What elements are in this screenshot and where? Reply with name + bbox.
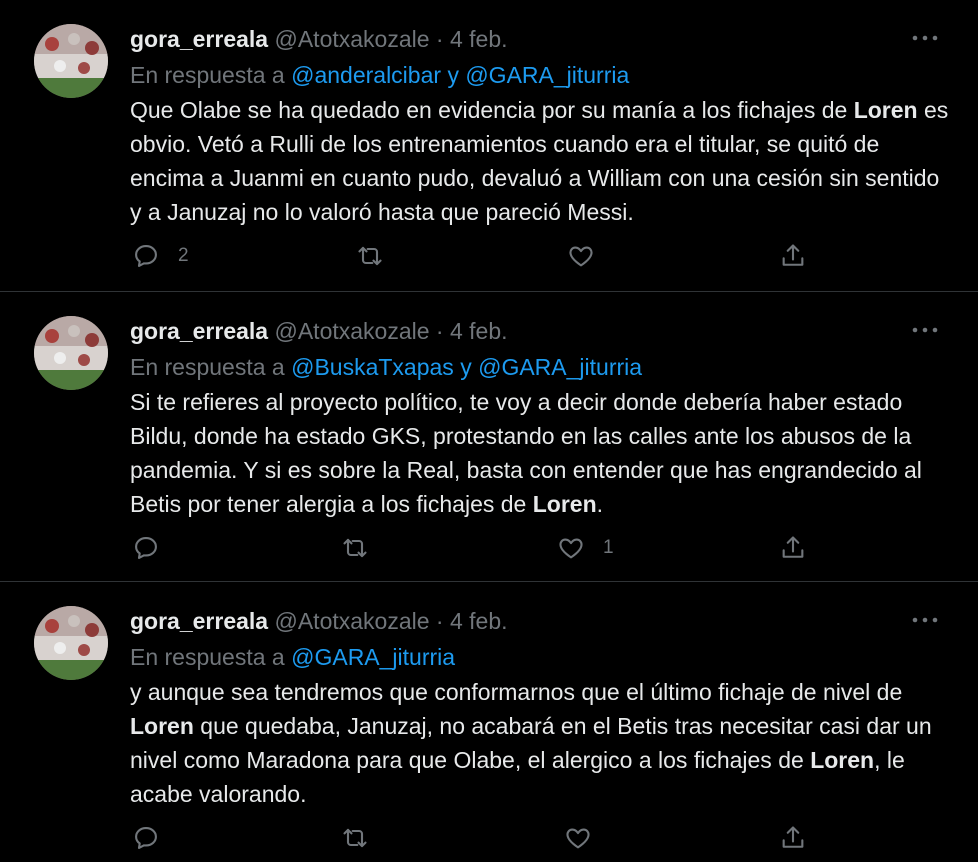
like-button[interactable] <box>564 823 610 853</box>
tweet-actions: 1 <box>0 533 978 563</box>
retweet-icon <box>358 246 382 266</box>
reply-button[interactable] <box>132 533 178 563</box>
reply-conjunction: y <box>447 62 459 88</box>
mention-link[interactable]: @GARA_jiturria <box>291 644 455 670</box>
reply-bubble-icon <box>135 827 157 849</box>
tweet-date[interactable]: 4 feb. <box>450 318 508 344</box>
display-name[interactable]: gora_erreala <box>130 318 268 344</box>
user-handle[interactable]: @Atotxakozale <box>274 26 429 52</box>
separator-dot: · <box>435 608 444 634</box>
reply-button[interactable] <box>132 823 178 853</box>
retweet-button[interactable] <box>341 823 387 853</box>
reply-button[interactable]: 2 <box>132 241 189 271</box>
more-horizontal-icon[interactable] <box>912 30 938 46</box>
mention-link[interactable]: @GARA_jiturria <box>465 62 629 88</box>
tweet-actions: 2 <box>0 241 978 271</box>
share-upload-icon <box>782 536 804 558</box>
text-segment-bold: Loren <box>532 491 597 517</box>
text-segment-bold: Loren <box>853 97 918 123</box>
tweet[interactable]: gora_erreala @Atotxakozale · 4 feb. En r… <box>0 0 978 292</box>
share-button[interactable] <box>779 241 807 271</box>
share-button[interactable] <box>779 533 807 563</box>
tweet-header: gora_erreala @Atotxakozale · 4 feb. <box>130 606 508 636</box>
mention-link[interactable]: @anderalcibar <box>291 62 441 88</box>
mention-link[interactable]: @GARA_jiturria <box>478 354 642 380</box>
retweet-button[interactable] <box>341 533 387 563</box>
display-name[interactable]: gora_erreala <box>130 608 268 634</box>
reply-context: En respuesta a @BuskaTxapas y @GARA_jitu… <box>130 352 642 382</box>
more-horizontal-icon[interactable] <box>912 322 938 338</box>
reply-prefix: En respuesta a <box>130 354 285 380</box>
reply-conjunction: y <box>460 354 472 380</box>
reply-context: En respuesta a @anderalcibar y @GARA_jit… <box>130 60 629 90</box>
more-horizontal-icon[interactable] <box>912 612 938 628</box>
avatar[interactable] <box>34 606 108 680</box>
timeline: gora_erreala @Atotxakozale · 4 feb. En r… <box>0 0 978 862</box>
reply-prefix: En respuesta a <box>130 644 285 670</box>
reply-context: En respuesta a @GARA_jiturria <box>130 642 455 672</box>
retweet-button[interactable] <box>356 241 402 271</box>
reply-bubble-icon <box>135 245 157 267</box>
tweet-actions <box>0 823 978 853</box>
text-segment: Que Olabe se ha quedado en evidencia por… <box>130 97 854 123</box>
text-segment-bold: Loren <box>130 713 194 739</box>
separator-dot: · <box>435 318 444 344</box>
text-segment: Si te refieres al proyecto político, te … <box>130 389 922 517</box>
share-button[interactable] <box>779 823 807 853</box>
heart-icon <box>569 246 593 267</box>
tweet-date[interactable]: 4 feb. <box>450 26 508 52</box>
retweet-icon <box>343 828 367 848</box>
reply-count: 2 <box>178 245 189 266</box>
retweet-icon <box>343 538 367 558</box>
tweet-text: Que Olabe se ha quedado en evidencia por… <box>130 93 950 229</box>
tweet[interactable]: gora_erreala @Atotxakozale · 4 feb. En r… <box>0 292 978 582</box>
avatar[interactable] <box>34 24 108 98</box>
user-handle[interactable]: @Atotxakozale <box>274 608 429 634</box>
heart-icon <box>559 538 583 559</box>
heart-icon <box>566 828 590 849</box>
text-segment: . <box>596 491 604 517</box>
share-upload-icon <box>782 244 804 266</box>
tweet-date[interactable]: 4 feb. <box>450 608 508 634</box>
user-handle[interactable]: @Atotxakozale <box>274 318 429 344</box>
avatar[interactable] <box>34 316 108 390</box>
text-segment-bold: Loren <box>810 747 875 773</box>
like-button[interactable]: 1 <box>557 533 614 563</box>
tweet-header: gora_erreala @Atotxakozale · 4 feb. <box>130 316 508 346</box>
like-count: 1 <box>603 537 614 558</box>
tweet-header: gora_erreala @Atotxakozale · 4 feb. <box>130 24 508 54</box>
share-upload-icon <box>782 826 804 848</box>
reply-bubble-icon <box>135 537 157 559</box>
mention-link[interactable]: @BuskaTxapas <box>291 354 454 380</box>
tweet-text: Si te refieres al proyecto político, te … <box>130 385 950 521</box>
reply-prefix: En respuesta a <box>130 62 285 88</box>
like-button[interactable] <box>567 241 613 271</box>
tweet[interactable]: gora_erreala @Atotxakozale · 4 feb. En r… <box>0 582 978 862</box>
separator-dot: · <box>435 26 444 52</box>
tweet-text: y aunque sea tendremos que conformarnos … <box>130 675 950 811</box>
display-name[interactable]: gora_erreala <box>130 26 268 52</box>
text-segment: y aunque sea tendremos que conformarnos … <box>130 679 903 705</box>
